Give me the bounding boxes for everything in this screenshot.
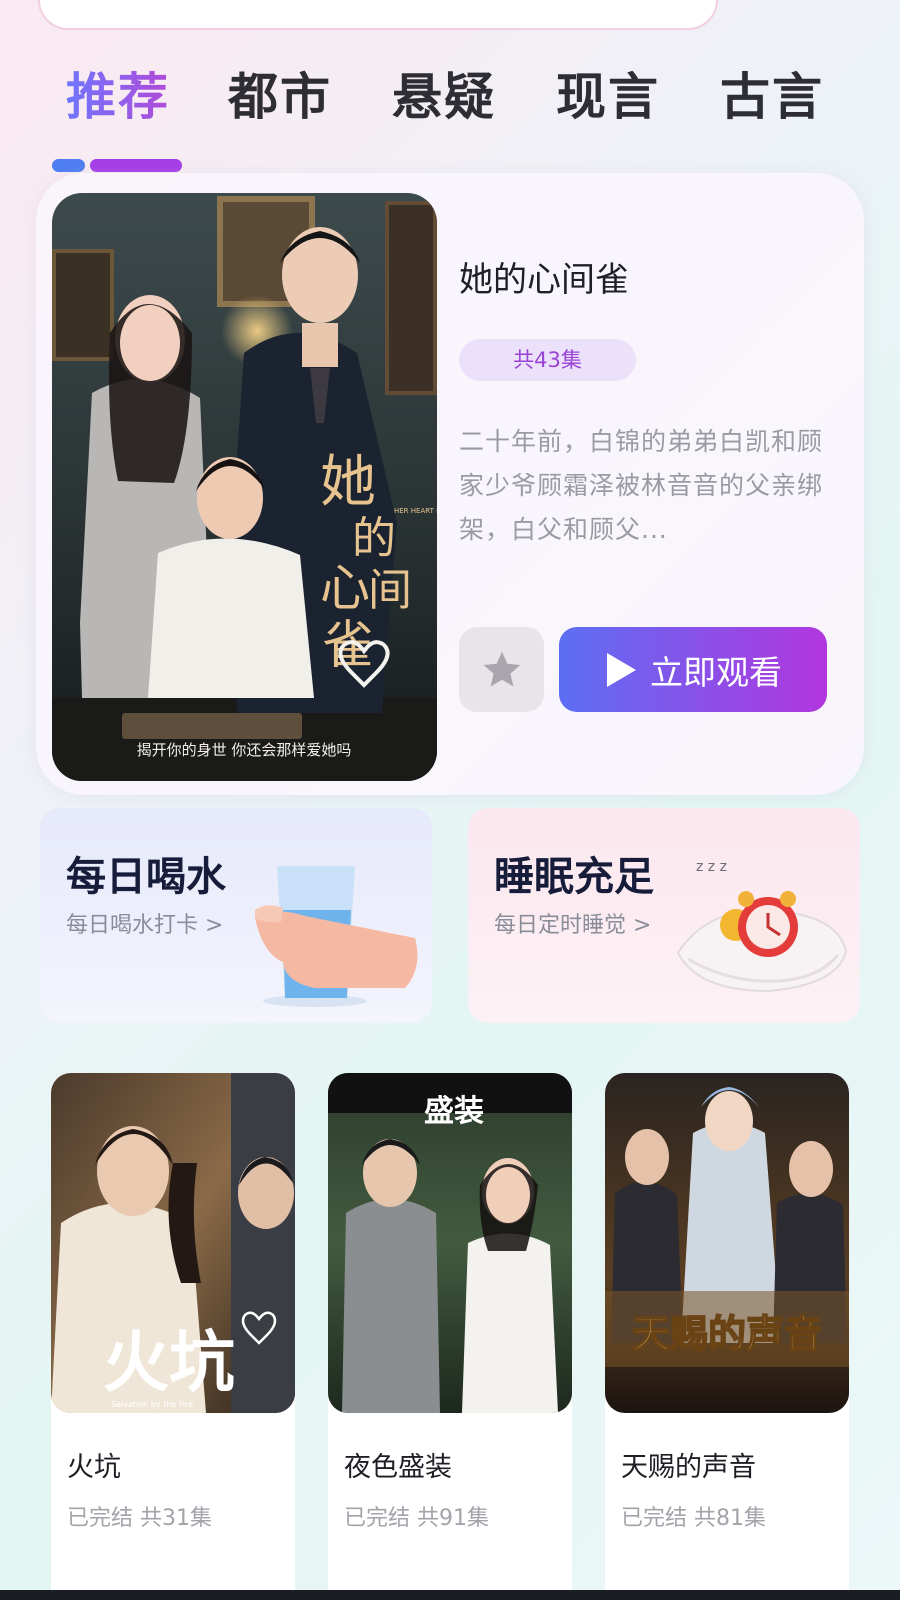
drama-poster[interactable]: 天赐的声音 [605, 1073, 849, 1413]
drama-title[interactable]: 火坑 [67, 1445, 121, 1484]
daily-water-widget[interactable]: 每日喝水 每日喝水打卡 > [40, 808, 432, 1023]
episode-count-badge: 共43集 [459, 339, 636, 381]
bottom-edge [0, 1590, 900, 1600]
drama-poster-title: 天赐的声音 [632, 1311, 822, 1356]
drama-card[interactable]: 天赐的声音 天赐的声音 已完结 共81集 [605, 1073, 849, 1600]
water-widget-subtitle[interactable]: 每日喝水打卡 > [66, 907, 223, 939]
watch-now-label: 立即观看 [650, 652, 782, 692]
category-tabs: 推荐 都市 悬疑 现言 古言 [66, 62, 856, 132]
play-icon [607, 652, 636, 687]
drama-card[interactable]: 盛装 夜色盛装 已完结 共91集 [328, 1073, 572, 1600]
featured-poster-subtitle: HER HEART BIRD [394, 507, 437, 515]
drama-poster-title: 火坑 [103, 1323, 235, 1401]
water-glass-icon [255, 866, 418, 1007]
svg-text:z z z: z z z [696, 859, 727, 875]
tab-indicator-active [90, 159, 182, 172]
alarm-clock-pillow-icon: z z z [676, 859, 848, 993]
drama-poster-title: 盛装 [424, 1094, 484, 1129]
favorite-button[interactable] [459, 627, 544, 712]
drama-title[interactable]: 天赐的声音 [621, 1445, 756, 1484]
water-widget-title: 每日喝水 [66, 854, 226, 900]
tab-suspense[interactable]: 悬疑 [392, 62, 496, 132]
drama-poster[interactable]: 盛装 [328, 1073, 572, 1413]
featured-poster-title: 她 [320, 450, 376, 515]
featured-poster[interactable]: 她 的 心 间 雀 HER HEART BIRD 揭开你的身世 你还会那样爱她吗 [52, 193, 437, 781]
featured-poster-tagline: 揭开你的身世 你还会那样爱她吗 [137, 741, 352, 759]
drama-poster-subtitle: Salvation by the Fire [111, 1400, 193, 1409]
svg-text:的: 的 [352, 513, 396, 564]
drama-title[interactable]: 夜色盛装 [344, 1445, 452, 1484]
tab-ancient-romance[interactable]: 古言 [720, 62, 824, 132]
drama-poster[interactable]: 火坑 Salvation by the Fire [51, 1073, 295, 1413]
tab-recommend[interactable]: 推荐 [66, 62, 170, 132]
drama-meta: 已完结 共91集 [344, 1506, 489, 1531]
sleep-widget[interactable]: 睡眠充足 每日定时睡觉 > z z z [468, 808, 860, 1023]
tab-urban[interactable]: 都市 [228, 62, 332, 132]
sleep-widget-subtitle[interactable]: 每日定时睡觉 > [494, 907, 651, 939]
svg-text:间: 间 [368, 565, 412, 616]
tab-modern-romance[interactable]: 现言 [556, 62, 660, 132]
star-icon [483, 651, 520, 686]
featured-synopsis: 二十年前，白锦的弟弟白凯和顾家少爷顾霜泽被林音音的父亲绑架，白父和顾父... [459, 427, 824, 544]
drama-card[interactable]: 火坑 Salvation by the Fire 火坑 已完结 共31集 [51, 1073, 295, 1600]
sleep-widget-title: 睡眠充足 [494, 854, 654, 900]
featured-title[interactable]: 她的心间雀 [459, 252, 629, 301]
search-bar[interactable] [38, 0, 718, 30]
tab-indicator [52, 159, 85, 172]
drama-meta: 已完结 共81集 [621, 1506, 766, 1531]
svg-text:心: 心 [320, 559, 370, 617]
watch-now-button[interactable]: 立即观看 [559, 627, 827, 712]
drama-meta: 已完结 共31集 [67, 1506, 212, 1531]
